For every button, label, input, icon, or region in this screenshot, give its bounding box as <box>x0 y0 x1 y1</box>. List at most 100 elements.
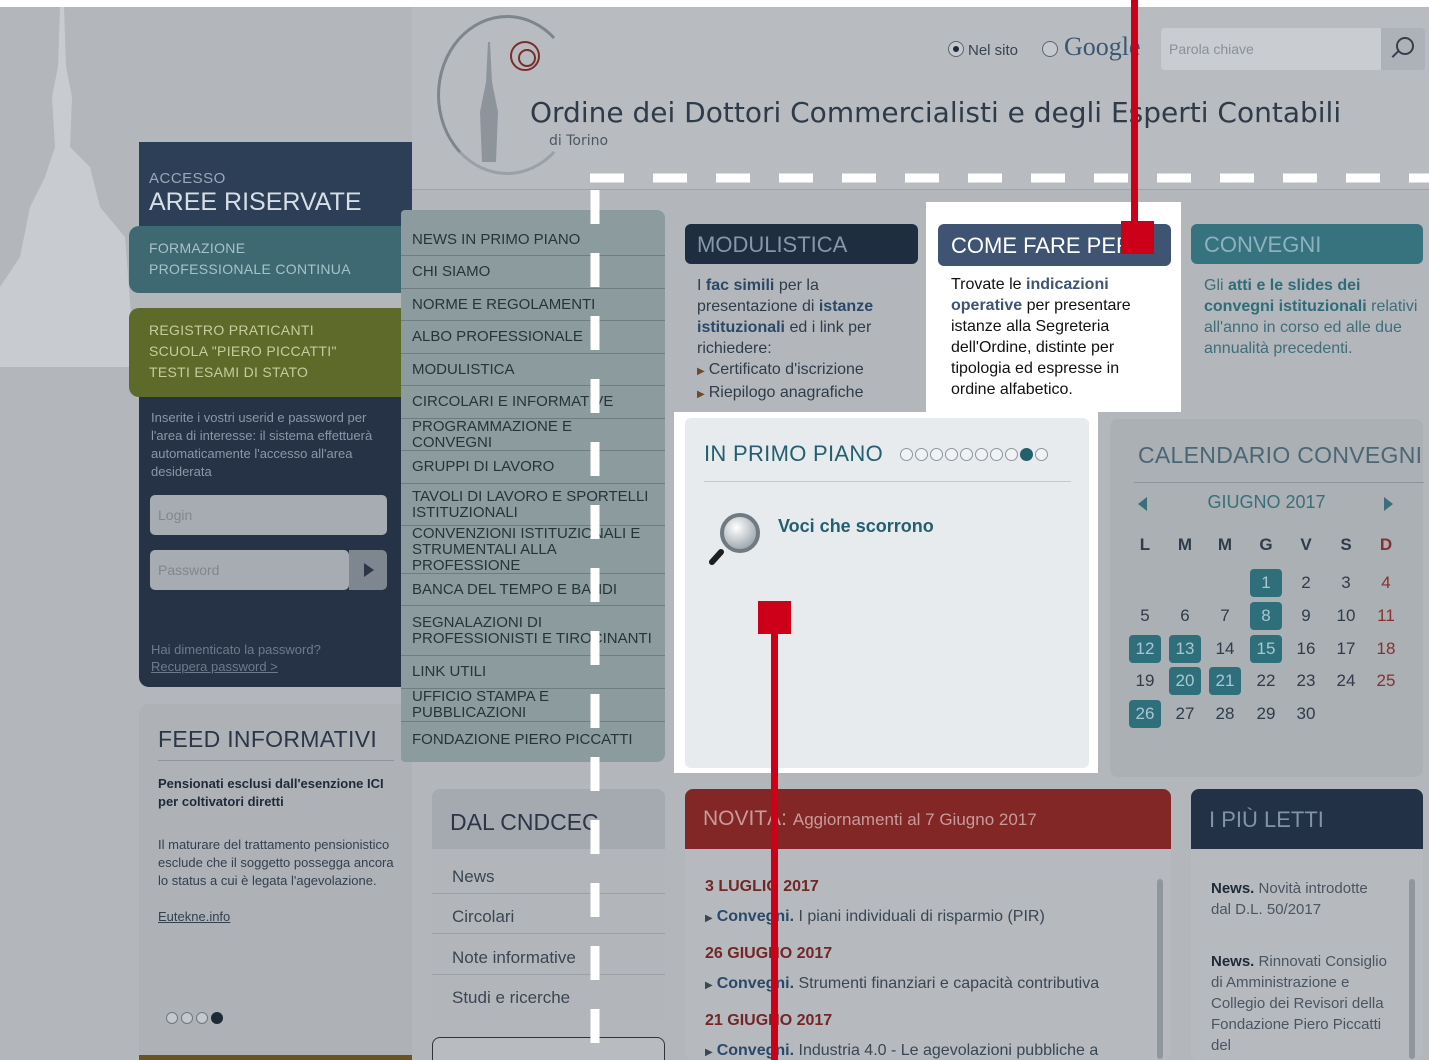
calendar-weekday: M <box>1177 535 1193 554</box>
news-text: I piani individuali di risparmio (PIR) <box>794 908 1045 925</box>
search-input[interactable]: Parola chiave <box>1161 28 1381 70</box>
cndcec-item-circolari[interactable]: Circolari <box>452 907 514 927</box>
nav-item-segnalazioni[interactable]: SEGNALAZIONI DI PROFESSIONISTI E TIROCIN… <box>401 606 665 656</box>
bullet-arrow-icon: ▶ <box>697 389 705 400</box>
calendar-event-day[interactable]: 12 <box>1129 635 1161 663</box>
nav-item-link-utili[interactable]: LINK UTILI <box>401 656 665 689</box>
primo-piano-item[interactable]: Voci che scorrono <box>778 516 934 537</box>
primo-piano-dot-active[interactable] <box>1020 448 1033 461</box>
feed-pager-dot[interactable] <box>181 1012 193 1024</box>
bullet-arrow-icon: ▶ <box>705 980 713 991</box>
primo-piano-highlight: IN PRIMO PIANO Voci che scorrono <box>674 412 1098 773</box>
news-item[interactable]: ▶ Convegni. Strumenti finanziari e capaci… <box>705 975 1099 993</box>
search-scope-site-radio[interactable] <box>948 41 964 57</box>
most-read-item[interactable]: News. Novità introdotte dal D.L. 50/2017 <box>1211 878 1391 920</box>
nav-item-modulistica[interactable]: MODULISTICA <box>401 354 665 386</box>
band-reg-line-1: REGISTRO PRATICANTI <box>149 322 314 338</box>
site-header: Nel sito Google Parola chiave Ordine dei… <box>412 7 1429 190</box>
calendar-event-day[interactable]: 21 <box>1209 667 1241 695</box>
calendar-day: 2 <box>1301 573 1311 592</box>
news-item[interactable]: ▶ Convegni. Industria 4.0 - Le agevolazio… <box>705 1042 1098 1060</box>
calendar-day: 27 <box>1175 704 1195 723</box>
news-header: NOVITÀ: Aggiornamenti al 7 Giugno 2017 <box>685 789 1171 849</box>
nav-item-programmazione[interactable]: PROGRAMMAZIONE E CONVEGNI <box>401 418 665 451</box>
nav-item-ufficio-stampa[interactable]: UFFICIO STAMPA E PUBBLICAZIONI <box>401 689 665 722</box>
calendar-event-day[interactable]: 15 <box>1250 635 1282 663</box>
calendar-weekday: V <box>1300 535 1312 554</box>
search-scope-site-label: Nel sito <box>968 42 1019 59</box>
cndcec-title: DAL CNDCEC <box>432 789 665 849</box>
feed-pager-dot[interactable] <box>166 1012 178 1024</box>
search-icon[interactable] <box>1381 28 1425 70</box>
mod-item-riepilogo[interactable]: ▶ Riepilogo anagrafiche <box>697 382 917 405</box>
mod-fac-simili-link[interactable]: fac simili <box>706 277 774 294</box>
calendar-title: CALENDARIO CONVEGNI <box>1138 442 1423 468</box>
primo-piano-dot[interactable] <box>960 448 973 461</box>
most-read-scrollbar[interactable] <box>1409 879 1415 1059</box>
feed-pager <box>166 1012 223 1024</box>
magnifier-icon <box>709 513 760 565</box>
cndcec-item-news[interactable]: News <box>452 867 495 887</box>
feed-text: Il maturare del trattamento pensionistic… <box>158 837 394 888</box>
events-calendar: CALENDARIO CONVEGNI GIUGNO 2017 L M M G V S D 1… <box>1110 419 1424 777</box>
cndcec-panel: DAL CNDCEC News Circolari Note informati… <box>432 789 665 1022</box>
nav-item-tavoli[interactable]: TAVOLI DI LAVORO E SPORTELLI ISTITUZIONA… <box>401 484 665 526</box>
primo-piano-dot[interactable] <box>975 448 988 461</box>
primo-piano-dot[interactable] <box>990 448 1003 461</box>
calendar-event-day[interactable]: 20 <box>1169 667 1201 695</box>
most-read-item[interactable]: News. Rinnovati Consiglio di Amministraz… <box>1211 951 1391 1056</box>
nav-item-norme[interactable]: NORME E REGOLAMENTI <box>401 289 665 321</box>
primo-piano-dot[interactable] <box>900 448 913 461</box>
calendar-weekday: L <box>1139 535 1151 554</box>
nav-item-albo[interactable]: ALBO PROFESSIONALE <box>401 321 665 354</box>
cndcec-item-note[interactable]: Note informative <box>452 948 576 968</box>
primo-piano-dot[interactable] <box>1035 448 1048 461</box>
nav-item-circolari[interactable]: CIRCOLARI E INFORMATIVE <box>401 386 665 419</box>
primo-piano-dot[interactable] <box>915 448 928 461</box>
forgot-password-text: Hai dimenticato la password? <box>151 642 321 657</box>
main-navigation: NEWS IN PRIMO PIANO CHI SIAMO NORME E RE… <box>401 210 665 762</box>
modulistica-header[interactable]: MODULISTICA <box>685 224 918 264</box>
conv-atti-link[interactable]: atti e le slides dei convegni istituzion… <box>1204 277 1367 315</box>
search-scope-google-radio[interactable] <box>1042 41 1058 57</box>
recover-password-link[interactable]: Recupera password > <box>151 658 278 676</box>
feed-pager-dot[interactable] <box>196 1012 208 1024</box>
feed-source-link[interactable]: Eutekne.info <box>158 909 230 924</box>
trainee-register-link[interactable]: REGISTRO PRATICANTI SCUOLA "PIERO PICCAT… <box>129 308 412 397</box>
login-submit-button[interactable] <box>349 550 387 590</box>
primo-piano-dot[interactable] <box>1005 448 1018 461</box>
primo-piano-dot[interactable] <box>930 448 943 461</box>
calendar-day: 18 <box>1376 639 1396 658</box>
nav-item-gruppi[interactable]: GRUPPI DI LAVORO <box>401 451 665 484</box>
calendar-event-day[interactable]: 26 <box>1129 700 1161 728</box>
nav-item-banca-tempo[interactable]: BANCA DEL TEMPO E BANDI <box>401 574 665 606</box>
cndcec-item-studi[interactable]: Studi e ricerche <box>452 988 570 1008</box>
calendar-event-day[interactable]: 8 <box>1250 602 1282 630</box>
feed-panel: FEED INFORMATIVI Pensionati esclusi dall… <box>139 704 412 1060</box>
mod-item-certificato[interactable]: ▶ Certificato d'iscrizione <box>697 359 917 382</box>
primo-piano-dot[interactable] <box>945 448 958 461</box>
band-fpc-line-1: FORMAZIONE <box>149 240 246 256</box>
feed-headline[interactable]: Pensionati esclusi dall'esenzione ICI pe… <box>158 775 398 811</box>
login-field[interactable]: Login <box>150 495 387 535</box>
convegni-header[interactable]: CONVEGNI <box>1191 224 1423 264</box>
feed-pager-dot-active[interactable] <box>211 1012 223 1024</box>
calendar-weekday: D <box>1379 535 1393 554</box>
calendar-day: 4 <box>1381 573 1391 592</box>
nav-item-fondazione[interactable]: FONDAZIONE PIERO PICCATTI <box>401 722 665 758</box>
calendar-next-icon[interactable] <box>1384 497 1393 511</box>
calendar-event-day[interactable]: 13 <box>1169 635 1201 663</box>
nav-item-news[interactable]: NEWS IN PRIMO PIANO <box>401 224 665 256</box>
primo-piano-divider <box>704 481 1071 482</box>
nav-item-chi-siamo[interactable]: CHI SIAMO <box>401 256 665 289</box>
news-item[interactable]: ▶ Convegni. I piani individuali di rispar… <box>705 908 1045 926</box>
news-scrollbar[interactable] <box>1157 879 1163 1059</box>
calendar-day: 5 <box>1140 606 1150 625</box>
continuing-education-link[interactable]: FORMAZIONE PROFESSIONALE CONTINUA <box>129 226 412 293</box>
organization-title: Ordine dei Dottori Commercialisti e degl… <box>530 96 1342 129</box>
password-field[interactable]: Password <box>150 550 349 590</box>
nav-item-convenzioni[interactable]: CONVENZIONI ISTITUZIONALI E STRUMENTALI … <box>401 525 665 574</box>
pointer-line-bottom <box>771 633 778 1060</box>
news-text: Strumenti finanziari e capacità contribu… <box>794 975 1100 992</box>
calendar-event-day[interactable]: 1 <box>1250 569 1282 597</box>
